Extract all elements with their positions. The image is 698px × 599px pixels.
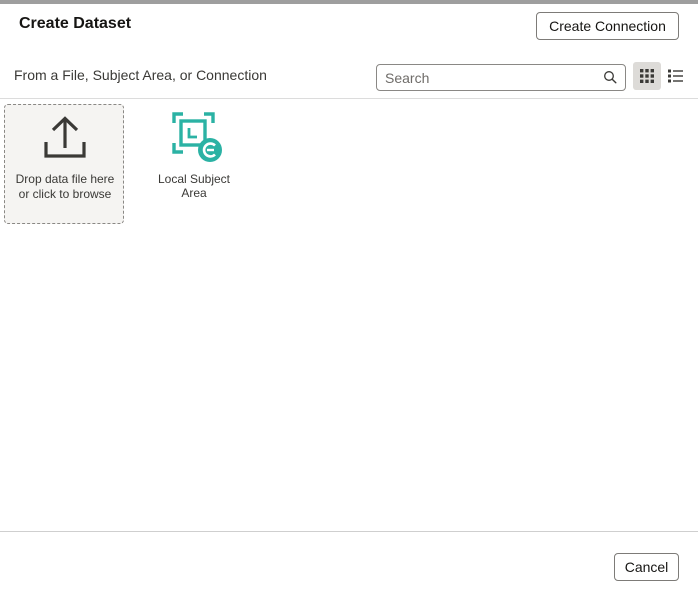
grid-view-toggle[interactable] — [633, 62, 661, 90]
create-dataset-dialog: Create Dataset Create Connection From a … — [0, 4, 698, 599]
upload-icon — [44, 116, 86, 158]
subject-area-icon — [172, 112, 222, 162]
cancel-button[interactable]: Cancel — [614, 553, 679, 581]
local-subject-area-tile[interactable]: Local Subject Area — [144, 104, 244, 204]
local-subject-area-label: Local Subject Area — [157, 172, 231, 200]
dialog-subtitle: From a File, Subject Area, or Connection — [14, 67, 267, 83]
list-view-icon — [667, 69, 683, 83]
dialog-title: Create Dataset — [19, 15, 132, 32]
list-view-toggle[interactable] — [661, 62, 689, 90]
search-box — [376, 64, 626, 91]
create-connection-button[interactable]: Create Connection — [536, 12, 679, 40]
search-input[interactable] — [377, 65, 587, 90]
search-icon[interactable] — [603, 70, 617, 84]
drop-file-label: Drop data file here or click to browse — [15, 172, 115, 201]
drop-file-tile[interactable]: Drop data file here or click to browse — [4, 104, 124, 224]
header-divider — [0, 98, 698, 99]
grid-view-icon — [640, 69, 654, 83]
footer-divider — [0, 531, 698, 532]
